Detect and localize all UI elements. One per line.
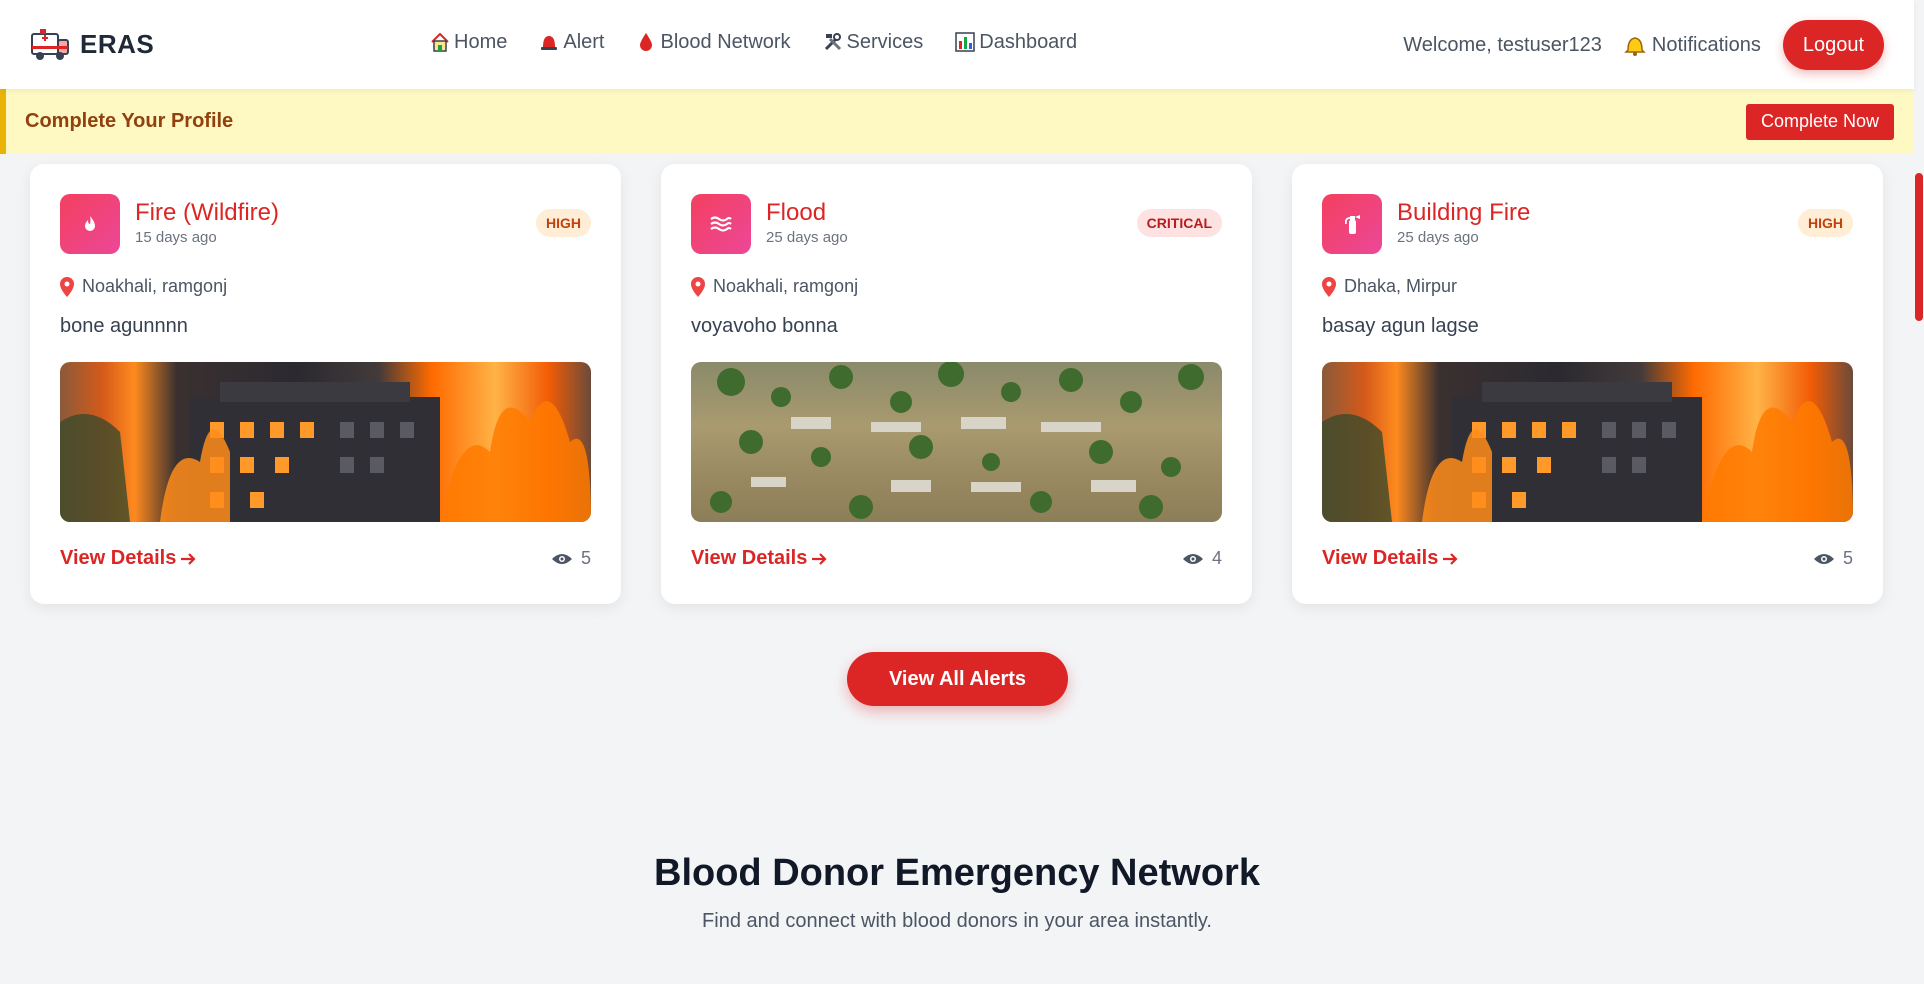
view-count-value: 4 [1211,548,1222,568]
notifications-link[interactable]: Notifications [1624,33,1761,57]
blood-section-title: Blood Donor Emergency Network [654,852,1260,894]
view-count-value: 5 [580,548,591,568]
tools-icon [821,30,845,54]
arrow-right-icon [181,552,196,565]
profile-banner-text: Complete Your Profile [25,110,234,132]
nav-blood-network[interactable]: Blood Network [634,30,791,54]
logout-button[interactable]: Logout [1782,20,1884,70]
alert-location-text: Dhaka, Mirpur [1344,276,1458,296]
alert-location: Dhaka, Mirpur [1322,276,1853,297]
alert-card[interactable]: Fire (Wildfire) 15 days ago HIGH Noakhal… [30,164,621,604]
blood-section-subtitle: Find and connect with blood donors in yo… [702,910,1212,932]
view-details-label: View Details [691,547,808,569]
complete-now-button[interactable]: Complete Now [1745,103,1894,140]
blood-drop-icon [634,30,658,54]
alert-location: Noakhali, ramgonj [691,276,1222,297]
building-fire-photo [1322,362,1853,522]
building-fire-photo [60,362,591,522]
brand-name: ERAS [80,28,155,59]
severity-badge: CRITICAL [1136,209,1222,237]
arrow-right-icon [812,552,827,565]
nav-services[interactable]: Services [821,30,924,54]
map-pin-icon [691,276,705,297]
flood-aerial-photo [691,362,1222,522]
nav-dashboard-label: Dashboard [979,30,1078,53]
nav-links: Home Alert Blood Network Services Dashbo… [428,30,1077,54]
ambulance-logo-icon [31,29,69,60]
view-count: 5 [551,548,591,569]
view-details-link[interactable]: View Details [1322,547,1458,570]
scrollbar-thumb[interactable] [1915,173,1923,321]
profile-banner: Complete Your Profile Complete Now [0,89,1914,154]
nav-dashboard[interactable]: Dashboard [953,30,1077,54]
brand[interactable]: ERAS [30,26,154,62]
view-details-link[interactable]: View Details [60,547,196,570]
view-count: 4 [1182,548,1222,569]
view-details-link[interactable]: View Details [691,547,827,570]
alert-cards: Fire (Wildfire) 15 days ago HIGH Noakhal… [30,164,1885,604]
alert-title: Fire (Wildfire) [135,199,279,226]
alert-description: voyavoho bonna [691,315,838,337]
alert-card[interactable]: Building Fire 25 days ago HIGH Dhaka, Mi… [1292,164,1883,604]
bar-chart-icon [953,30,977,54]
view-count: 5 [1813,548,1853,569]
siren-icon [537,30,561,54]
severity-badge: HIGH [536,209,591,237]
alert-time: 25 days ago [766,229,848,246]
alert-title: Flood [766,199,827,226]
alert-location: Noakhali, ramgonj [60,276,591,297]
alert-location-text: Noakhali, ramgonj [82,276,228,296]
view-details-label: View Details [60,547,177,569]
notifications-label: Notifications [1651,33,1761,56]
scrollbar-track[interactable] [1914,0,1924,984]
alert-card[interactable]: Flood 25 days ago CRITICAL Noakhali, ram… [661,164,1252,604]
arrow-right-icon [1443,552,1458,565]
eye-icon [551,553,572,564]
view-count-value: 5 [1842,548,1853,568]
view-details-label: View Details [1322,547,1439,569]
alert-description: bone agunnnn [60,315,188,337]
eye-icon [1182,553,1203,564]
bell-icon [1624,37,1646,56]
alert-description: basay agun lagse [1322,315,1479,337]
alert-time: 15 days ago [135,229,217,246]
eye-icon [1813,553,1834,564]
fire-icon [60,194,120,254]
fire-extinguisher-icon [1322,194,1382,254]
nav-blood-network-label: Blood Network [660,30,791,53]
map-pin-icon [60,276,74,297]
alert-title: Building Fire [1397,199,1531,226]
welcome-text: Welcome, testuser123 [1403,33,1602,56]
alert-location-text: Noakhali, ramgonj [713,276,859,296]
map-pin-icon [1322,276,1336,297]
nav-right: Welcome, testuser123 Notifications Logou… [1403,20,1884,70]
alert-time: 25 days ago [1397,229,1479,246]
nav-alert[interactable]: Alert [537,30,604,54]
nav-home[interactable]: Home [428,30,507,54]
top-navbar: ERAS Home Alert Blood Network Services D… [0,0,1914,89]
severity-badge: HIGH [1798,209,1853,237]
nav-services-label: Services [846,30,924,53]
nav-home-label: Home [454,30,508,53]
nav-alert-label: Alert [563,30,605,53]
house-icon [428,30,452,54]
view-all-alerts-button[interactable]: View All Alerts [847,652,1068,706]
water-waves-icon [691,194,751,254]
